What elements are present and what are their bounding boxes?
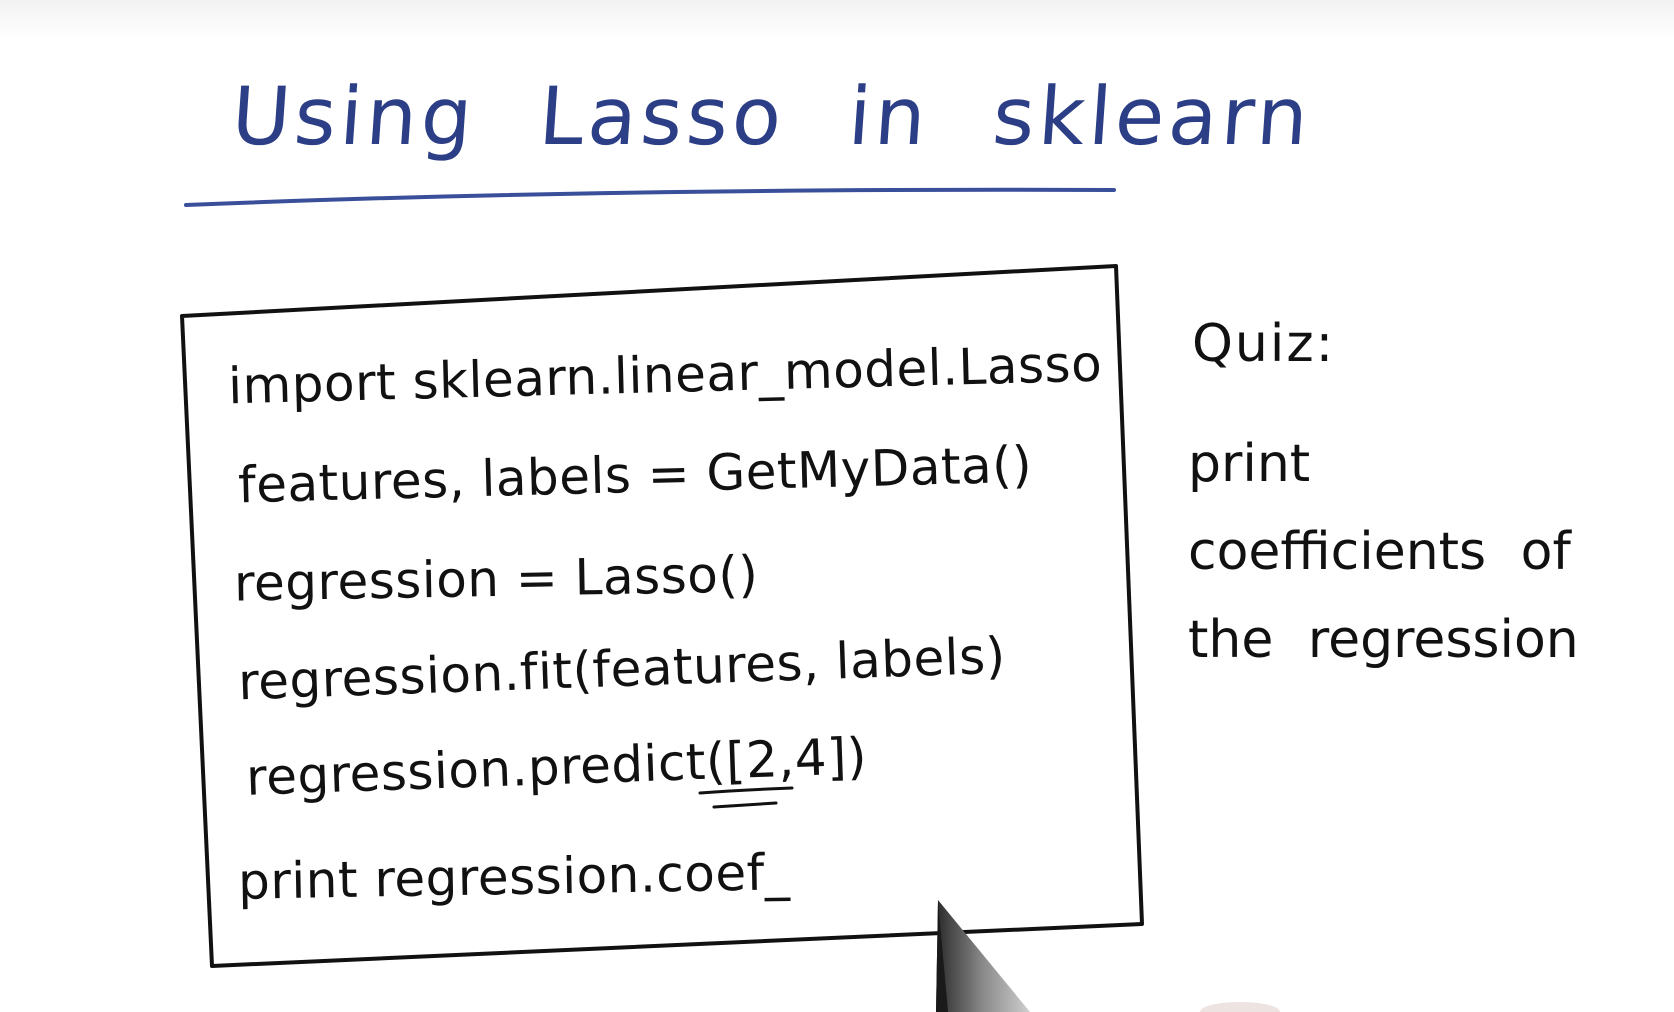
whiteboard-canvas: Using Lasso in sklearn import sklearn.li… [0, 0, 1674, 1012]
pen-tip-icon [936, 900, 1280, 1012]
